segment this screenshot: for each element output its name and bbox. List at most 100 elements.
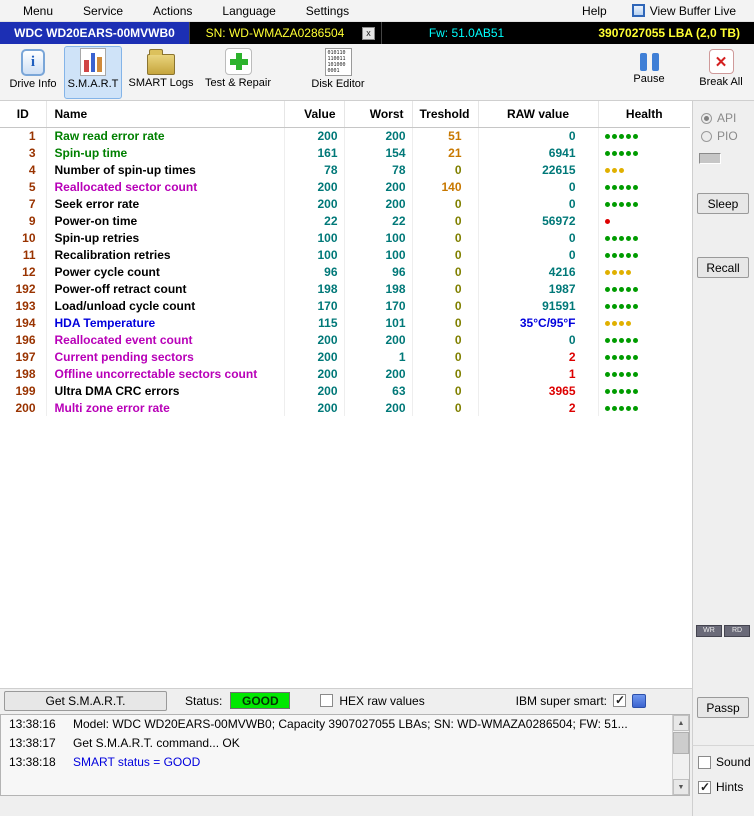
table-row[interactable]: 3 Spin-up time 161 154 21 6941	[0, 144, 690, 161]
health-dot	[632, 201, 638, 207]
table-row[interactable]: 194 HDA Temperature 115 101 0 35°C/95°F	[0, 314, 690, 331]
log-timestamp: 13:38:16	[9, 717, 56, 731]
attr-worst: 63	[344, 382, 413, 399]
api-radio[interactable]	[701, 112, 712, 124]
table-row[interactable]: 11 Recalibration retries 100 100 0 0	[0, 246, 690, 263]
pio-radio-row[interactable]: PIO	[701, 129, 738, 143]
attr-health	[598, 365, 690, 382]
health-dot	[618, 388, 624, 394]
attr-raw-value: 0	[478, 178, 599, 195]
table-row[interactable]: 200 Multi zone error rate 200 200 0 2	[0, 399, 690, 416]
scroll-up-icon[interactable]: ▲	[673, 715, 689, 731]
table-row[interactable]: 4 Number of spin-up times 78 78 0 22615	[0, 161, 690, 178]
hints-checkbox[interactable]	[698, 780, 711, 794]
table-row[interactable]: 199 Ultra DMA CRC errors 200 63 0 3965	[0, 382, 690, 399]
menu-item-help[interactable]: Help	[567, 0, 622, 21]
attr-value: 198	[284, 280, 345, 297]
test-repair-button[interactable]: Test & Repair	[198, 46, 278, 99]
attr-name: Load/unload cycle count	[46, 297, 285, 314]
ibm-blue-indicator[interactable]	[632, 693, 646, 708]
sleep-button[interactable]: Sleep	[697, 193, 749, 214]
log-area: 13:38:16 Model: WDC WD20EARS-00MVWB0; Ca…	[0, 714, 690, 796]
attr-value: 200	[284, 399, 345, 416]
attr-raw-value: 0	[478, 331, 599, 348]
smart-chart-icon	[80, 48, 106, 76]
view-buffer-live-button[interactable]: View Buffer Live	[622, 4, 746, 18]
disk-editor-button[interactable]: 010110 110011 101000 0001 Disk Editor	[302, 46, 374, 99]
table-row[interactable]: 10 Spin-up retries 100 100 0 0	[0, 229, 690, 246]
health-dot	[611, 405, 617, 411]
drive-info-button[interactable]: i Drive Info	[4, 46, 62, 99]
view-buffer-label: View Buffer Live	[649, 3, 736, 18]
passp-button[interactable]: Passp	[697, 697, 749, 718]
get-smart-button[interactable]: Get S.M.A.R.T.	[4, 690, 167, 711]
hints-option[interactable]: Hints	[698, 780, 743, 794]
attr-id: 3	[0, 144, 47, 161]
wr-tiny-button[interactable]: WR	[696, 625, 722, 637]
log-timestamp: 13:38:18	[9, 755, 56, 769]
attr-name: Current pending sectors	[46, 348, 285, 365]
pause-button[interactable]: Pause	[624, 46, 674, 99]
api-radio-row[interactable]: API	[701, 111, 736, 125]
col-header-worst: Worst	[344, 101, 413, 128]
attr-value: 200	[284, 365, 345, 382]
table-row[interactable]: 1 Raw read error rate 200 200 51 0	[0, 127, 690, 144]
col-header-treshold: Treshold	[412, 101, 479, 128]
attr-treshold: 0	[412, 365, 479, 382]
menu-item-actions[interactable]: Actions	[138, 0, 207, 21]
table-row[interactable]: 192 Power-off retract count 198 198 0 1987	[0, 280, 690, 297]
health-dot	[625, 252, 631, 258]
recall-button[interactable]: Recall	[697, 257, 749, 278]
attr-treshold: 0	[412, 382, 479, 399]
hex-raw-label: HEX raw values	[339, 693, 425, 708]
pio-radio[interactable]	[701, 130, 712, 142]
attr-id: 193	[0, 297, 47, 314]
rd-tiny-button[interactable]: RD	[724, 625, 750, 637]
health-dot	[632, 354, 638, 360]
health-dot	[611, 303, 617, 309]
table-row[interactable]: 9 Power-on time 22 22 0 56972	[0, 212, 690, 229]
attr-health	[598, 263, 690, 280]
attr-raw-value: 4216	[478, 263, 599, 280]
drive-model-tab[interactable]: WDC WD20EARS-00MVWB0	[0, 22, 190, 44]
drive-tab-close-icon[interactable]: x	[362, 26, 375, 40]
ibm-super-smart-option[interactable]: IBM super smart:	[516, 693, 646, 708]
scroll-down-icon[interactable]: ▼	[673, 779, 689, 795]
table-row[interactable]: 193 Load/unload cycle count 170 170 0 91591	[0, 297, 690, 314]
attr-id: 1	[0, 127, 47, 144]
health-dot	[611, 388, 617, 394]
scrollbar-thumb[interactable]	[673, 732, 689, 754]
attr-treshold: 0	[412, 229, 479, 246]
table-row[interactable]: 5 Reallocated sector count 200 200 140 0	[0, 178, 690, 195]
health-dot	[625, 337, 631, 343]
sound-option[interactable]: Sound	[698, 755, 751, 769]
col-header-health: Health	[598, 101, 690, 128]
attr-raw-value: 1987	[478, 280, 599, 297]
menu-item-menu[interactable]: Menu	[8, 0, 68, 21]
break-all-button[interactable]: ✕ Break All	[692, 46, 750, 99]
table-row[interactable]: 196 Reallocated event count 200 200 0 0	[0, 331, 690, 348]
attr-id: 198	[0, 365, 47, 382]
table-row[interactable]: 198 Offline uncorrectable sectors count 20…	[0, 365, 690, 382]
hex-raw-checkbox[interactable]	[320, 694, 334, 707]
attr-name: Offline uncorrectable sectors count	[46, 365, 285, 382]
attr-treshold: 51	[412, 127, 479, 144]
table-row[interactable]: 7 Seek error rate 200 200 0 0	[0, 195, 690, 212]
attr-value: 115	[284, 314, 345, 331]
health-dot	[618, 303, 624, 309]
attr-worst: 170	[344, 297, 413, 314]
hex-raw-values-option[interactable]: HEX raw values	[320, 693, 425, 708]
drive-capacity: 3907027055 LBA (2,0 TB)	[598, 26, 740, 40]
table-row[interactable]: 12 Power cycle count 96 96 0 4216	[0, 263, 690, 280]
menu-item-language[interactable]: Language	[207, 0, 290, 21]
attr-name: Power-on time	[46, 212, 285, 229]
menu-item-settings[interactable]: Settings	[291, 0, 364, 21]
sound-checkbox[interactable]	[698, 755, 711, 769]
attr-treshold: 0	[412, 212, 479, 229]
menu-item-service[interactable]: Service	[68, 0, 138, 21]
smart-logs-button[interactable]: SMART Logs	[126, 46, 196, 99]
log-scrollbar[interactable]: ▲ ▼	[672, 715, 689, 795]
ibm-super-smart-checkbox[interactable]	[613, 693, 626, 707]
table-row[interactable]: 197 Current pending sectors 200 1 0 2	[0, 348, 690, 365]
smart-button[interactable]: S.M.A.R.T	[64, 46, 122, 99]
